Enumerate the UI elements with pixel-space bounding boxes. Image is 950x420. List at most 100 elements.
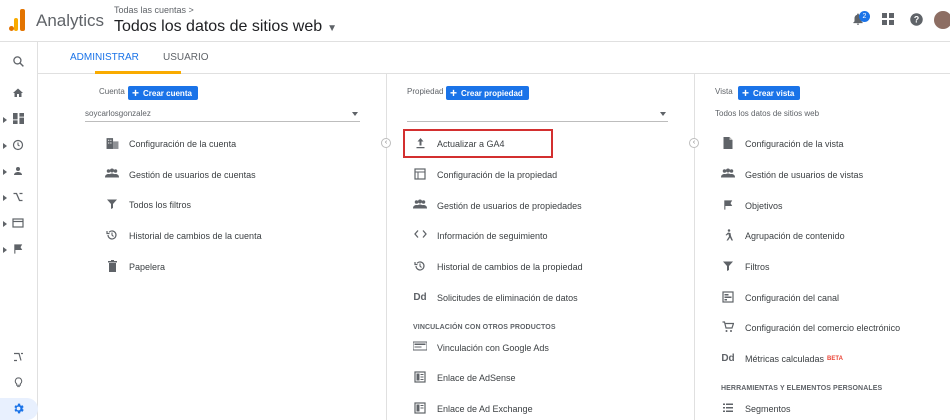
item-label: Información de seguimiento [437,231,548,241]
property-column: Propiedad + Crear propiedad Actualizar a … [387,74,677,420]
account-change-history-item[interactable]: Historial de cambios de la cuenta [105,228,262,244]
trash-item[interactable]: Papelera [105,259,165,275]
item-label: Historial de cambios de la cuenta [129,231,262,241]
ga4-highlight-box [403,129,553,158]
tab-usuario[interactable]: USUARIO [163,52,209,63]
flag-icon[interactable] [11,243,25,257]
property-selector[interactable]: Todos los datos de sitios web ▼ [114,18,337,36]
linking-section-label: VINCULACIÓN CON OTROS PRODUCTOS [413,324,556,331]
expand-arrow-icon[interactable] [3,221,7,227]
view-user-management-item[interactable]: Gestión de usuarios de vistas [721,167,863,183]
account-column: Cuenta + Crear cuenta soycarlosgonzalez C… [80,74,370,420]
lightbulb-icon[interactable] [11,376,25,390]
people-icon [105,168,119,182]
item-label: Configuración de la vista [745,139,844,149]
google-ads-icon [412,341,428,355]
calculated-metrics-item[interactable]: Dd Métricas calculadas BETA [721,351,843,367]
expand-arrow-icon[interactable] [3,117,7,123]
left-nav [0,42,38,420]
tracking-info-item[interactable]: Información de seguimiento [413,228,548,244]
item-label: Objetivos [745,201,783,211]
account-user-management-item[interactable]: Gestión de usuarios de cuentas [105,167,256,183]
acquisition-icon[interactable] [11,191,25,205]
property-settings-item[interactable]: Configuración de la propiedad [413,167,557,183]
person-walk-icon [721,229,735,243]
expand-arrow-icon[interactable] [3,195,7,201]
item-label: Enlace de Ad Exchange [437,404,533,414]
property-user-management-item[interactable]: Gestión de usuarios de propiedades [413,198,582,214]
item-label: Métricas calculadas [745,354,825,364]
view-selected-value: Todos los datos de sitios web [715,109,820,118]
person-icon[interactable] [11,165,25,179]
home-icon[interactable] [11,87,25,101]
item-label: Configuración de la propiedad [437,170,558,180]
channel-icon [721,291,735,305]
top-bar: Analytics Todas las cuentas > Todos los … [0,0,950,42]
property-change-history-item[interactable]: Historial de cambios de la propiedad [413,259,583,275]
create-account-label: Crear cuenta [143,89,192,98]
filter-icon [105,198,119,212]
item-label: Configuración del canal [745,293,840,303]
tab-administrar[interactable]: ADMINISTRAR [70,52,139,63]
channel-settings-item[interactable]: Configuración del canal [721,290,839,306]
segments-item[interactable]: Segmentos [721,401,791,417]
adsense-linking-item[interactable]: Enlace de AdSense [413,370,516,386]
create-view-label: Crear vista [753,89,795,98]
people-icon [721,168,735,182]
window-icon [413,168,427,182]
property-selector[interactable] [407,108,668,122]
document-icon [721,137,735,151]
tools-section-label: HERRAMIENTAS Y ELEMENTOS PERSONALES [721,385,883,392]
create-account-button[interactable]: + Crear cuenta [128,86,198,100]
expand-arrow-icon[interactable] [3,169,7,175]
dashboard-icon[interactable] [11,113,25,127]
create-view-button[interactable]: + Crear vista [738,86,801,100]
all-filters-item[interactable]: Todos los filtros [105,197,191,213]
attribution-icon[interactable] [11,351,25,365]
goals-item[interactable]: Objetivos [721,198,783,214]
help-icon[interactable]: ? [908,12,924,28]
dd-icon: Dd [721,353,735,364]
data-deletion-requests-item[interactable]: Dd Solicitudes de eliminación de datos [413,290,577,306]
account-settings-item[interactable]: Configuración de la cuenta [105,136,236,152]
item-label: Gestión de usuarios de vistas [745,170,864,180]
admin-tabs: ADMINISTRAR USUARIO [38,42,950,74]
search-icon[interactable] [11,55,25,69]
expand-arrow-icon[interactable] [3,143,7,149]
ecommerce-settings-item[interactable]: Configuración del comercio electrónico [721,320,900,336]
item-label: Papelera [129,262,166,272]
property-title: Todos los datos de sitios web [114,18,323,35]
caret-down-icon: ▼ [327,23,338,34]
adsense-icon [413,371,427,385]
dropdown-arrow-icon [352,112,358,116]
account-selector[interactable]: soycarlosgonzalez [85,108,360,122]
beta-badge: BETA [827,356,843,362]
app-name[interactable]: Analytics [36,11,104,31]
apps-grid-icon[interactable] [880,12,896,28]
ad-exchange-linking-item[interactable]: Enlace de Ad Exchange [413,401,533,417]
view-selector[interactable]: Todos los datos de sitios web [715,108,950,122]
segments-icon [721,402,735,416]
avatar[interactable] [934,11,950,29]
account-header: Cuenta [99,87,125,96]
gear-icon[interactable] [11,402,25,416]
filter-icon [721,260,735,274]
content-grouping-item[interactable]: Agrupación de contenido [721,228,845,244]
view-filters-item[interactable]: Filtros [721,259,770,275]
clock-icon[interactable] [11,139,25,153]
item-label: Agrupación de contenido [745,231,845,241]
view-settings-item[interactable]: Configuración de la vista [721,136,844,152]
item-label: Todos los filtros [129,200,192,210]
behavior-icon[interactable] [11,217,25,231]
breadcrumb[interactable]: Todas las cuentas > [114,5,194,15]
flag-icon [721,199,735,213]
analytics-logo-icon[interactable] [9,9,25,31]
google-ads-linking-item[interactable]: Vinculación con Google Ads [412,340,549,356]
cart-icon [721,321,735,335]
expand-arrow-icon[interactable] [3,247,7,253]
create-property-button[interactable]: + Crear propiedad [446,86,529,100]
plus-icon: + [450,86,458,100]
trash-icon [105,260,119,274]
create-property-label: Crear propiedad [461,89,523,98]
item-label: Filtros [745,262,770,272]
